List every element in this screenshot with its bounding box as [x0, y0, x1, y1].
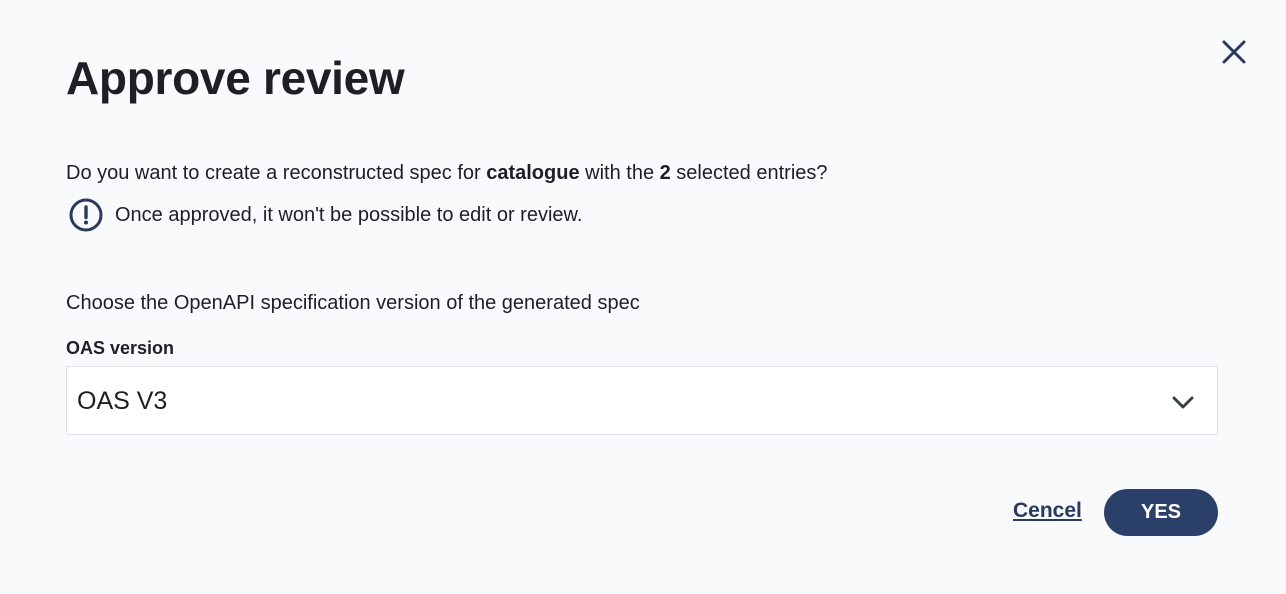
oas-version-select[interactable]: OAS V3	[66, 366, 1218, 435]
question-suffix: selected entries?	[670, 162, 828, 184]
warning-notice: Once approved, it won't be possible to e…	[66, 197, 582, 233]
question-prefix: Do you want to create a reconstructed sp…	[66, 162, 487, 184]
cancel-button[interactable]: Cencel	[1013, 498, 1082, 524]
dialog-title: Approve review	[66, 52, 405, 104]
chevron-down-icon	[1171, 391, 1195, 415]
exclamation-circle-icon	[68, 197, 104, 233]
oas-version-label: OAS version	[66, 338, 175, 358]
oas-instructions: Choose the OpenAPI specification version…	[66, 292, 640, 314]
selected-count: 2	[659, 162, 671, 184]
confirm-yes-button[interactable]: YES	[1104, 489, 1218, 536]
approve-review-dialog: Approve review Do you want to create a r…	[0, 0, 1286, 594]
warning-text: Once approved, it won't be possible to e…	[115, 204, 583, 226]
confirmation-question: Do you want to create a reconstructed sp…	[66, 160, 828, 186]
api-name: catalogue	[486, 162, 580, 184]
close-icon	[1222, 40, 1246, 64]
question-middle: with the	[579, 162, 660, 184]
close-button[interactable]	[1216, 34, 1252, 70]
oas-version-value: OAS V3	[77, 387, 168, 415]
